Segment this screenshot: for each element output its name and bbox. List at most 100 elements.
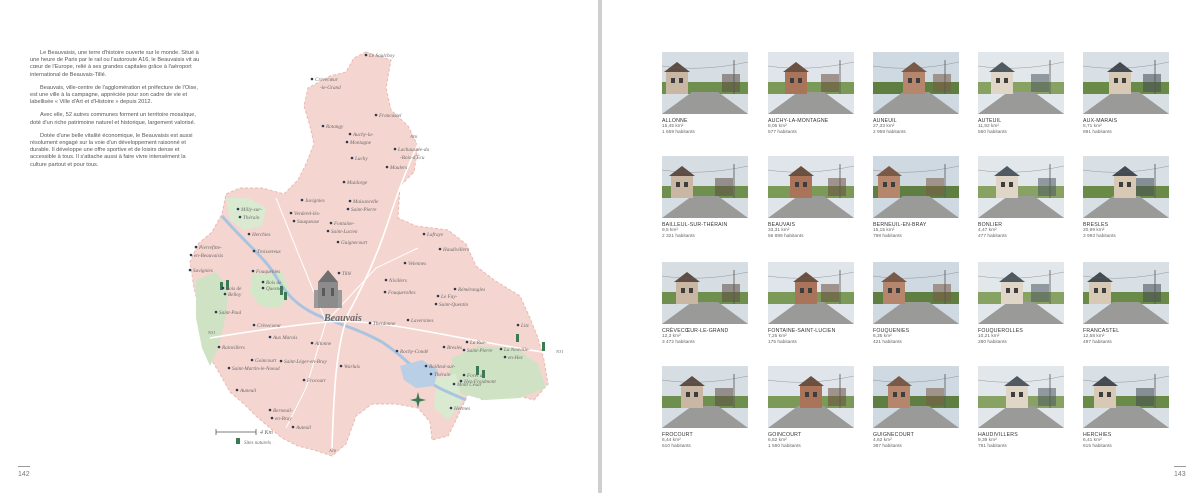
village-photo: [768, 262, 854, 324]
place-dot: [516, 323, 520, 327]
place-label: Troissereux: [257, 249, 282, 255]
place-dot: [462, 348, 466, 352]
intro-paragraph: Le Beauvaisis, une terre d'histoire ouve…: [30, 50, 200, 78]
street-photo-illustration: [978, 366, 1064, 428]
place-dot: [261, 286, 265, 290]
place-dot: [329, 221, 333, 225]
street-photo-illustration: [873, 52, 959, 114]
road-label: A16: [328, 448, 337, 453]
place-label: Saint-Léger-en-Bray: [284, 359, 328, 365]
village-card: Francastel 12,58 km² 497 habitants: [1083, 262, 1169, 346]
village-population: 1 659 habitants: [662, 130, 695, 135]
place-dot: [252, 323, 256, 327]
place-dot: [339, 364, 343, 368]
place-label: Maulers: [389, 165, 407, 171]
village-photo: [1083, 366, 1169, 428]
place-label: Auteuil: [295, 425, 312, 431]
village-photo: [978, 52, 1064, 114]
village-card: Herchies 6,41 km² 615 habitants: [1083, 366, 1169, 450]
place-label: Fouquerolles: [387, 290, 415, 296]
place-label: Le Fay-: [440, 294, 458, 300]
place-dot: [499, 347, 503, 351]
place-dot: [336, 240, 340, 244]
folio-rule: [1174, 466, 1186, 467]
place-label: Lachaussée-du: [397, 147, 430, 153]
village-photo: [978, 366, 1064, 428]
place-label: Belloy: [228, 292, 242, 298]
place-label: Warluis: [344, 364, 360, 370]
book-spread: Le Beauvaisis, une terre d'histoire ouve…: [0, 0, 1200, 493]
place-label: Francastel: [378, 113, 402, 119]
road-label: N31: [207, 330, 216, 335]
place-label: Rochy-Condé: [399, 349, 429, 355]
place-label: Juvignies: [305, 198, 325, 204]
place-label: Sauqueuse: [297, 219, 320, 225]
place-label: Crèvecoeur: [257, 323, 282, 329]
place-label: Nivillers: [388, 278, 407, 284]
village-population: 2 321 habitants: [662, 234, 695, 239]
place-dot: [424, 364, 428, 368]
place-dot: [342, 180, 346, 184]
place-label: Saint-Paul: [219, 310, 242, 316]
place-dot: [252, 249, 256, 253]
legend-label: Sites naturels: [244, 441, 271, 446]
street-photo-illustration: [873, 262, 959, 324]
place-label: Saint-Quentin: [439, 302, 469, 308]
place-dot: [189, 253, 193, 257]
place-dot: [348, 199, 352, 203]
place-label: Therdonne: [373, 321, 396, 327]
place-label: Quesnoy: [266, 286, 285, 292]
place-dot: [247, 232, 251, 236]
street-photo-illustration: [978, 262, 1064, 324]
village-population: 421 habitants: [873, 340, 902, 345]
village-photo: [768, 52, 854, 114]
place-label: Berneuil-: [273, 408, 293, 414]
village-card: Bresles 20,99 km² 3 993 habitants: [1083, 156, 1169, 240]
place-dot: [214, 310, 218, 314]
street-photo-illustration: [662, 156, 748, 218]
place-label: -le-Grand: [320, 85, 341, 91]
village-card: Fouquerolles 10,21 km² 280 habitants: [978, 262, 1064, 346]
village-photo: [662, 262, 748, 324]
village-card: Frocourt 6,44 km² 510 habitants: [662, 366, 748, 450]
village-population: 3 472 habitants: [662, 340, 695, 345]
place-dot: [238, 215, 242, 219]
place-dot: [395, 349, 399, 353]
village-population: 781 habitants: [978, 444, 1007, 449]
place-dot: [385, 165, 389, 169]
street-photo-illustration: [768, 156, 854, 218]
road-label: N31: [555, 349, 564, 354]
village-card: Aux-Marais 5,71 km² 891 habitants: [1083, 52, 1169, 136]
place-label: Fouquenies: [255, 269, 280, 275]
place-dot: [235, 388, 239, 392]
place-dot: [302, 378, 306, 382]
village-card: Bonlier 4,47 km² 477 habitants: [978, 156, 1064, 240]
village-card: Guignecourt 4,62 km² 387 habitants: [873, 366, 959, 450]
place-dot: [429, 372, 433, 376]
road-label: A16: [409, 134, 418, 139]
village-population: 891 habitants: [1083, 130, 1112, 135]
legend: Sites naturels: [236, 438, 271, 446]
place-dot: [268, 335, 272, 339]
folio-rule: [18, 466, 30, 467]
place-label: Beauvais: [323, 313, 362, 324]
village-card: Haudivillers 9,39 km² 781 habitants: [978, 366, 1064, 450]
place-label: Goincourt: [255, 358, 277, 364]
village-photo: [978, 262, 1064, 324]
place-dot: [452, 382, 456, 386]
place-label: Rainvillers: [221, 345, 245, 351]
village-card: Fontaine-Saint-Lucien 7,25 km² 175 habitan…: [768, 262, 854, 346]
place-label: en-Hez: [508, 355, 523, 361]
village-card: Auneuil 27,33 km² 2 959 habitants: [873, 52, 959, 136]
place-label: Maisoncelle: [352, 199, 379, 205]
village-photo: [873, 366, 959, 428]
village-card: Auchy-la-Montagne 8,05 km² 577 habitants: [768, 52, 854, 136]
place-label: Rémérangles: [457, 287, 485, 293]
place-label: Herchies: [251, 232, 271, 238]
village-population: 387 habitants: [873, 444, 902, 449]
place-dot: [453, 287, 457, 291]
village-population: 550 habitants: [978, 130, 1007, 135]
place-label: Velennes: [408, 261, 426, 267]
place-label: Auchy-la-: [352, 132, 374, 138]
place-dot: [300, 198, 304, 202]
